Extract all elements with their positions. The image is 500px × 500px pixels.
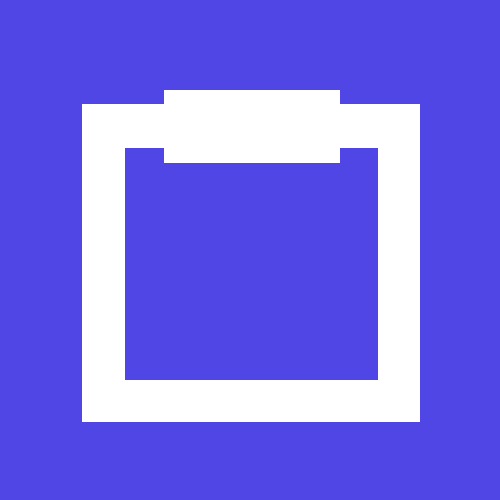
icon-background: [0, 0, 500, 500]
app-icon-tile[interactable]: [0, 0, 500, 500]
clipboard-icon: [0, 0, 500, 500]
clipboard-clip: [164, 90, 340, 163]
